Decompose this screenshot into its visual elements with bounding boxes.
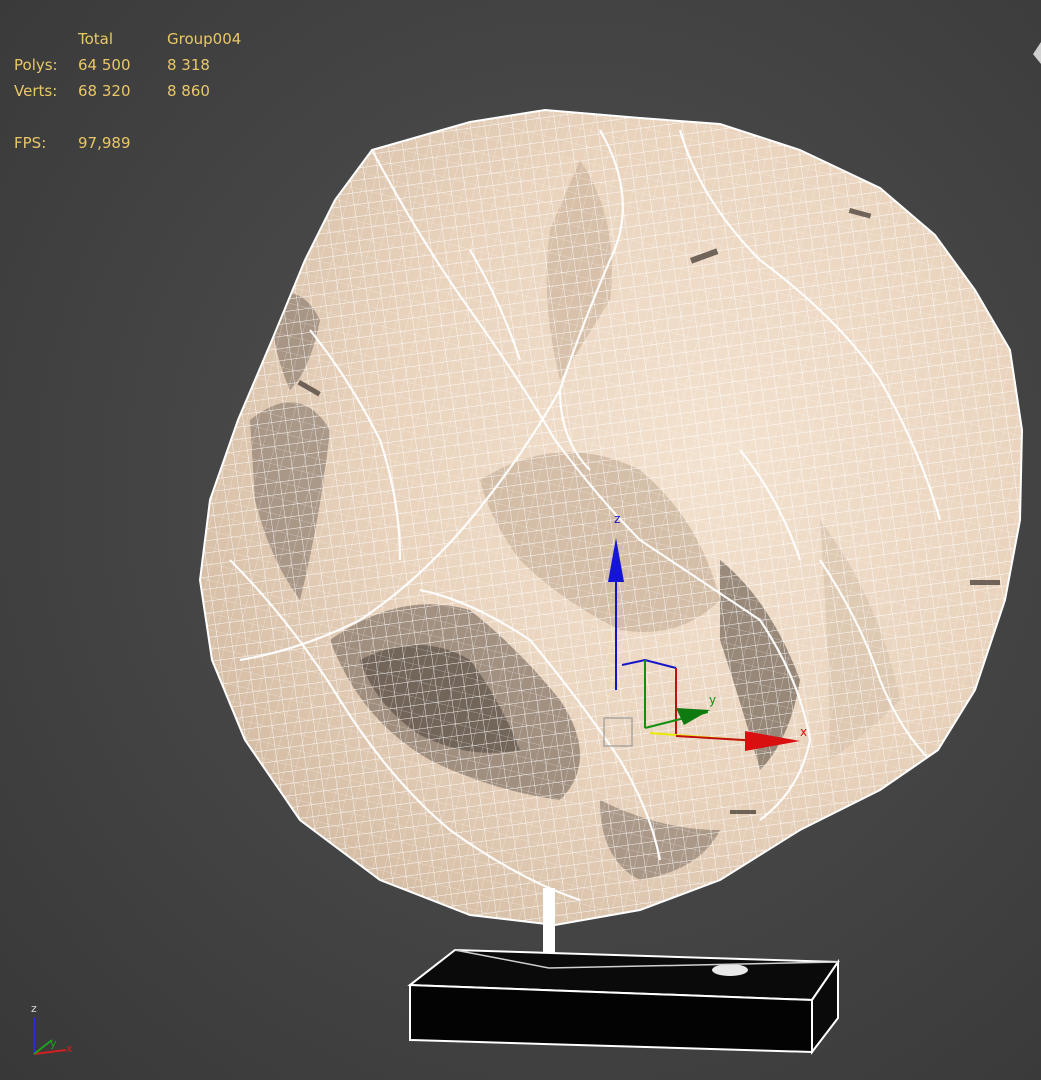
view-axis-z-label: z [31, 1002, 37, 1015]
perspective-viewport[interactable]: Total Group004 Polys: 64 500 8 318 Verts… [0, 0, 1041, 1080]
view-axis-y-label: y [50, 1037, 57, 1050]
scene-render: z y x z y x [31, 108, 1024, 1055]
base-block[interactable] [407, 948, 840, 1055]
gizmo-z-label: z [614, 512, 620, 526]
gizmo-y-label: y [709, 693, 716, 707]
view-axis-tripod-icon: z y x [31, 1002, 73, 1055]
gizmo-x-label: x [800, 725, 807, 739]
view-axis-x-label: x [66, 1042, 73, 1055]
